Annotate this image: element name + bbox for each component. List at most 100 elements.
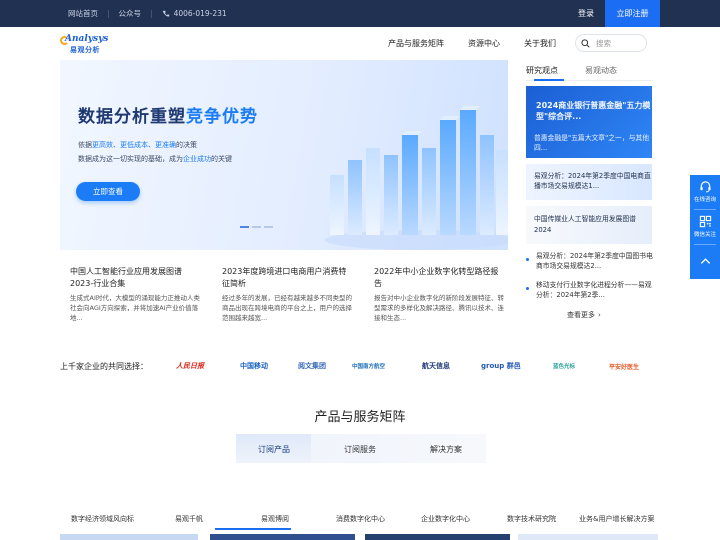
article-desc: 经过多年的发展，已经有越来越多不同类型的商品出现在跨境电商的平台之上，用户的选择… xyxy=(222,294,352,322)
partner-logo: 平安好医生 xyxy=(609,359,639,373)
partners-label: 上千家企业的共同选择： xyxy=(60,362,148,371)
article-title[interactable]: 中国人工智能行业应用发展图谱2023-行业合集 xyxy=(70,266,200,290)
tab-subscription-services[interactable]: 订阅服务 xyxy=(344,444,376,455)
wechat-follow-button[interactable]: 微信关注 xyxy=(690,210,720,244)
list-item[interactable]: 移动支付行业数字化进程分析——易观分析：2024年第2季... xyxy=(526,280,654,300)
category-tab[interactable]: 易观博阅 xyxy=(261,514,289,524)
partner-logo: 中国南方航空 xyxy=(352,359,385,373)
hero-line-1-a: 依据 xyxy=(78,141,92,149)
search-icon xyxy=(581,38,590,48)
search-placeholder: 搜索 xyxy=(596,38,611,48)
article-card[interactable]: 中国人工智能行业应用发展图谱2023-行业合集 生成式AI时代，大模型的涌现能力… xyxy=(70,266,200,323)
article-title[interactable]: 2023年度跨境进口电商用户消费特征简析 xyxy=(222,266,352,290)
main-nav: 产品与服务矩阵 资源中心 关于我们 xyxy=(388,38,580,49)
list-item[interactable]: 易观分析：2024年第2季度中国图书电商市场交易规模达2... xyxy=(526,251,654,271)
hero-title-main: 数据分析重塑 xyxy=(78,107,186,127)
hero-line-2: 数据成为这一切实现的基础，成为企业成功的关键 xyxy=(78,154,232,164)
hero-line-1: 依据更高效、更低成本、更准确的决策 xyxy=(78,140,197,150)
carousel-dot[interactable] xyxy=(252,226,261,228)
partner-logo-text: 阅文集团 xyxy=(298,362,326,370)
top-links: 网站首页 | 公众号 | 4006-019-231 xyxy=(68,8,227,19)
nav-item-resources[interactable]: 资源中心 xyxy=(468,38,500,49)
carousel-dot[interactable] xyxy=(240,226,249,228)
hero-view-button[interactable]: 立即查看 xyxy=(76,182,140,201)
hero-title-accent: 竞争优势 xyxy=(186,107,258,127)
category-tabs: 数字经济领域风向标 易观千帆 易观博阅 消费数字化中心 企业数字化中心 数字技术… xyxy=(60,510,660,530)
nav-item-about[interactable]: 关于我们 xyxy=(524,38,556,49)
main-header: Analysys 易观分析 产品与服务矩阵 资源中心 关于我们 搜索 xyxy=(0,27,720,59)
partner-logo-text: group 群邑 xyxy=(481,362,521,370)
online-consult-label: 在线咨询 xyxy=(693,197,716,203)
research-card[interactable]: 易观分析：2024年第2季度中国电商直播市场交易规模达1... xyxy=(526,164,652,200)
category-tab[interactable]: 业务&用户增长解决方案 xyxy=(579,514,654,524)
article-card[interactable]: 2022年中小企业数字化转型路径报告 报告对中小企业数字化的新阶段发展特征、转型… xyxy=(374,266,504,323)
partner-logo: 蓝色光标 xyxy=(553,359,575,373)
home-link[interactable]: 网站首页 xyxy=(68,8,98,19)
category-tab[interactable]: 企业数字化中心 xyxy=(421,514,470,524)
partner-logo: 阅文集团 xyxy=(298,359,326,373)
featured-title: 2024商业银行普惠金融"五力模型"综合评... xyxy=(536,101,651,121)
partner-logo-text: 航天信息 xyxy=(422,362,450,370)
wechat-link[interactable]: 公众号 xyxy=(119,8,142,19)
logo-en: Analysys xyxy=(65,34,109,44)
tab-solutions[interactable]: 解决方案 xyxy=(430,444,462,455)
article-card[interactable]: 2023年度跨境进口电商用户消费特征简析 经过多年的发展，已经有越来越多不同类型… xyxy=(222,266,352,323)
login-link[interactable]: 登录 xyxy=(578,8,594,19)
hero-line-1-c: 的决策 xyxy=(176,141,197,149)
partner-logo-text: 人民日报 xyxy=(176,361,204,370)
article-desc: 报告对中小企业数字化的新阶段发展特征、转型需求的多样化及解决路径、腾讯以技术、连… xyxy=(374,294,504,322)
logo-zh: 易观分析 xyxy=(70,46,100,54)
hero-line-2-a: 数据成为这一切实现的基础，成为 xyxy=(78,155,183,163)
category-tab[interactable]: 易观千帆 xyxy=(175,514,203,524)
category-tab[interactable]: 数字经济领域风向标 xyxy=(71,514,134,524)
phone-contact: 4006-019-231 xyxy=(162,9,227,18)
back-to-top-button[interactable] xyxy=(690,245,720,279)
product-tabs: 订阅产品 订阅服务 解决方案 xyxy=(236,434,486,463)
category-tab[interactable]: 消费数字化中心 xyxy=(336,514,385,524)
product-image-strip xyxy=(60,534,198,540)
product-image-strip xyxy=(518,534,658,540)
research-list: 易观分析：2024年第2季度中国图书电商市场交易规模达2... 移动支付行业数字… xyxy=(526,251,654,309)
divider: | xyxy=(150,9,153,18)
search-input[interactable]: 搜索 xyxy=(575,34,647,52)
category-tab[interactable]: 数字技术研究院 xyxy=(507,514,556,524)
partner-logo-text: 中国南方航空 xyxy=(352,364,386,370)
tab-research[interactable]: 研究观点 xyxy=(526,65,558,76)
headset-icon xyxy=(699,181,711,193)
phone-number: 4006-019-231 xyxy=(173,9,227,18)
partner-logo-text: 中国移动 xyxy=(240,362,268,370)
hero-line-2-b: 企业成功 xyxy=(183,155,211,163)
chevron-right-icon: › xyxy=(598,311,601,319)
research-card[interactable]: 中国传媒业人工智能应用发展图谱2024 xyxy=(526,206,652,244)
hero-line-1-b: 更高效、更低成本、更准确 xyxy=(92,141,176,149)
wechat-follow-label: 微信关注 xyxy=(693,232,716,238)
partner-logo-text: 平安好医生 xyxy=(609,363,640,371)
tab-underline xyxy=(526,79,653,81)
partner-logo: 人民日报 xyxy=(176,359,204,373)
research-tabs: 研究观点 易观动态 xyxy=(526,65,617,76)
research-card-title: 易观分析：2024年第2季度中国电商直播市场交易规模达1... xyxy=(534,172,651,190)
featured-subtitle: 普惠金融是"五篇大文章"之一，与其他四... xyxy=(534,134,650,152)
research-card-title: 中国传媒业人工智能应用发展图谱2024 xyxy=(534,215,636,234)
online-consult-button[interactable]: 在线咨询 xyxy=(690,175,720,209)
register-button[interactable]: 立即注册 xyxy=(605,0,660,27)
phone-icon xyxy=(162,10,169,16)
tab-news[interactable]: 易观动态 xyxy=(585,65,617,76)
article-title[interactable]: 2022年中小企业数字化转型路径报告 xyxy=(374,266,504,290)
hero-title: 数据分析重塑竞争优势 xyxy=(78,102,258,127)
partner-logo: group 群邑 xyxy=(481,359,521,373)
nav-item-products[interactable]: 产品与服务矩阵 xyxy=(388,38,444,49)
view-more-link[interactable]: 查看更多 › xyxy=(567,310,601,320)
active-category-indicator xyxy=(215,528,291,530)
carousel-dot[interactable] xyxy=(264,226,273,228)
logo[interactable]: Analysys 易观分析 xyxy=(60,34,120,56)
hero-banner[interactable]: 数据分析重塑竞争优势 依据更高效、更低成本、更准确的决策 数据成为这一切实现的基… xyxy=(60,60,508,250)
top-bar: 网站首页 | 公众号 | 4006-019-231 登录 立即注册 xyxy=(0,0,720,27)
product-image-strip xyxy=(365,534,510,540)
carousel-dots xyxy=(240,226,273,228)
tab-subscription-products[interactable]: 订阅产品 xyxy=(258,444,290,455)
featured-research-card[interactable]: 2024商业银行普惠金融"五力模型"综合评... 普惠金融是"五篇大文章"之一，… xyxy=(526,86,652,158)
partner-logo-text: 蓝色光标 xyxy=(553,364,576,370)
partner-logo: 航天信息 xyxy=(422,359,450,373)
hero-bars-illustration xyxy=(325,106,508,250)
